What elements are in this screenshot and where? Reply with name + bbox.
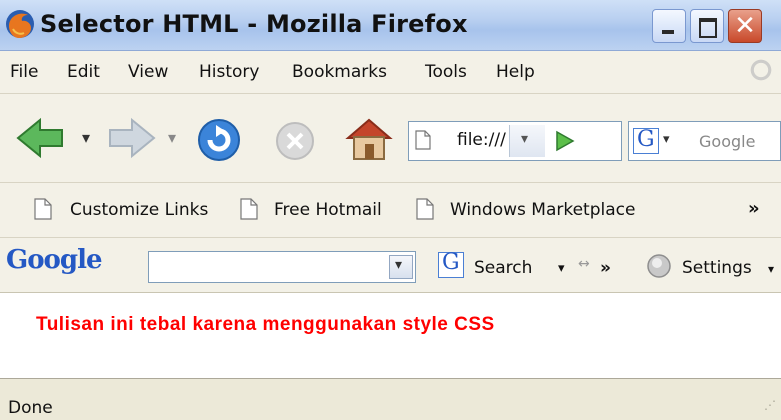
bookmark-windows-marketplace[interactable]: Windows Marketplace: [450, 200, 635, 220]
menu-bookmarks[interactable]: Bookmarks: [292, 62, 387, 82]
menu-tools[interactable]: Tools: [425, 62, 467, 82]
google-search-icon[interactable]: G: [438, 250, 464, 278]
maximize-button[interactable]: [690, 9, 724, 43]
back-arrow-icon[interactable]: [16, 116, 76, 160]
google-search-input[interactable]: ▾: [148, 251, 416, 283]
play-icon[interactable]: [549, 126, 579, 156]
dropdown-arrow-icon: ▾: [395, 257, 403, 273]
address-dropdown-button[interactable]: ▾: [509, 125, 545, 157]
back-dropdown-icon[interactable]: ▾: [82, 128, 90, 147]
window-title: Selector HTML - Mozilla Firefox: [40, 10, 468, 38]
google-search-dropdown[interactable]: ▾: [389, 255, 413, 279]
close-button[interactable]: ✕: [728, 9, 762, 43]
status-text: Done: [8, 398, 53, 418]
page-icon: [415, 130, 431, 150]
google-overflow-chevron-icon[interactable]: »: [600, 258, 611, 278]
google-settings-button[interactable]: Settings: [682, 258, 752, 278]
menu-bar: File Edit View History Bookmarks Tools H…: [0, 51, 781, 94]
toolbar-resize-handle-icon[interactable]: ↔: [578, 256, 590, 272]
bookmark-free-hotmail[interactable]: Free Hotmail: [274, 200, 382, 220]
bookmark-page-icon: [416, 198, 434, 220]
title-bar[interactable]: Selector HTML - Mozilla Firefox ✕: [0, 0, 781, 51]
google-logo[interactable]: Google: [6, 245, 102, 275]
menu-edit[interactable]: Edit: [67, 62, 100, 82]
google-search-button[interactable]: Search: [474, 258, 532, 278]
forward-dropdown-icon[interactable]: ▾: [168, 128, 176, 147]
minimize-button[interactable]: [652, 9, 686, 43]
settings-dropdown-icon[interactable]: ▾: [768, 262, 774, 276]
bookmark-customize-links[interactable]: Customize Links: [70, 200, 208, 220]
search-placeholder[interactable]: Google: [699, 132, 755, 151]
google-logo-text: Google: [6, 245, 102, 275]
close-icon: ✕: [734, 11, 756, 41]
bold-red-text: Tulisan ini tebal karena menggunakan sty…: [36, 314, 495, 335]
menu-file[interactable]: File: [10, 62, 38, 82]
menu-view[interactable]: View: [128, 62, 168, 82]
resize-grip-icon[interactable]: ⋰: [764, 398, 776, 412]
activity-throbber-icon: [748, 57, 774, 83]
search-bar[interactable]: G ▾ Google: [628, 121, 781, 161]
bookmark-page-icon: [34, 198, 52, 220]
engine-dropdown-icon[interactable]: ▾: [663, 132, 670, 147]
dropdown-arrow-icon: ▾: [521, 131, 529, 147]
browser-window: Selector HTML - Mozilla Firefox ✕ File E…: [0, 0, 781, 420]
menu-history[interactable]: History: [199, 62, 259, 82]
status-bar: [0, 378, 781, 420]
google-engine-icon[interactable]: G: [633, 127, 659, 154]
bookmark-page-icon: [240, 198, 258, 220]
stop-icon[interactable]: [272, 118, 318, 164]
reload-icon[interactable]: [194, 116, 244, 164]
address-bar[interactable]: file:/// ▾: [408, 121, 622, 161]
bookmarks-overflow-chevron-icon[interactable]: »: [748, 198, 760, 219]
firefox-icon: [6, 10, 34, 39]
settings-circle-icon: [647, 254, 671, 278]
menu-help[interactable]: Help: [496, 62, 535, 82]
address-text[interactable]: file:///: [457, 130, 506, 150]
search-dropdown-icon[interactable]: ▾: [558, 261, 565, 276]
home-icon[interactable]: [344, 114, 394, 164]
forward-arrow-icon[interactable]: [104, 116, 160, 160]
